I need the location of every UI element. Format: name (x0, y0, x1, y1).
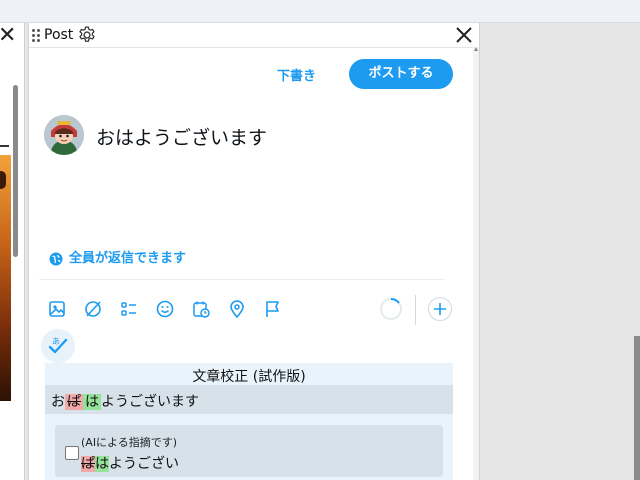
post-button[interactable]: ポストする (349, 59, 453, 89)
left-column-divider (0, 145, 9, 147)
toolbar-divider (415, 295, 416, 325)
proofread-panel: 文章校正 (試作版) おぱはようございます (AIによる指摘です) ぱはようござ… (45, 363, 453, 480)
left-column-panel: ✕ (0, 23, 25, 480)
correction-deleted: ぱ (65, 394, 83, 410)
media-icon[interactable] (47, 299, 67, 319)
post-panel: Post 下書き ポストする おはようございます 全員が返信できます あ 文章校… (28, 23, 480, 480)
panel-scrollbar[interactable] (473, 47, 479, 480)
suggestion-checkbox[interactable] (65, 446, 79, 460)
panel-title: Post (44, 27, 74, 43)
emoji-icon[interactable] (155, 299, 175, 319)
proofread-title: 文章校正 (試作版) (192, 369, 306, 385)
proofread-check-icon[interactable]: あ (41, 329, 75, 363)
left-column-scrollbar[interactable] (13, 85, 18, 257)
schedule-icon[interactable] (191, 299, 211, 319)
correction-before: お (51, 394, 65, 410)
gif-icon[interactable] (83, 299, 103, 319)
location-icon[interactable] (227, 299, 247, 319)
correction-after: ようございます (101, 394, 199, 410)
left-column-media-thumbnail[interactable] (0, 155, 11, 401)
draft-button[interactable]: 下書き (277, 65, 316, 84)
page-scrollbar[interactable] (634, 336, 640, 480)
correction-inserted: は (83, 394, 101, 410)
left-column-close-icon[interactable]: ✕ (0, 23, 16, 49)
suggestion-deleted: ぱ (81, 456, 95, 472)
scroll-up-arrow-icon[interactable] (474, 47, 478, 51)
reply-setting-button[interactable]: 全員が返信できます (49, 247, 186, 267)
character-count-progress-icon (380, 298, 402, 320)
close-icon[interactable] (453, 24, 475, 46)
divider (39, 279, 445, 280)
suggestion-card: (AIによる指摘です) ぱはようござい (55, 425, 443, 477)
reply-setting-label: 全員が返信できます (69, 251, 187, 266)
poll-icon[interactable] (119, 299, 139, 319)
avatar-character-icon (44, 115, 84, 155)
browser-top-bar (0, 0, 640, 22)
gear-icon[interactable] (77, 25, 97, 45)
drag-handle-icon[interactable] (32, 29, 40, 42)
suggestion-note: (AIによる指摘です) (81, 436, 178, 449)
add-post-icon[interactable] (428, 297, 452, 321)
thumbnail-figure (0, 171, 6, 189)
post-text-input[interactable]: おはようございます (96, 123, 267, 150)
svg-text:あ: あ (52, 337, 60, 346)
suggestion-after: ようござい (109, 456, 179, 472)
correction-line: おぱはようございます (51, 391, 199, 411)
avatar[interactable] (44, 115, 84, 155)
suggestion-fix: ぱはようござい (81, 453, 179, 473)
panel-header: Post (29, 23, 479, 48)
globe-icon (49, 252, 63, 265)
suggestion-inserted: は (95, 456, 109, 472)
flag-icon[interactable] (263, 299, 283, 319)
